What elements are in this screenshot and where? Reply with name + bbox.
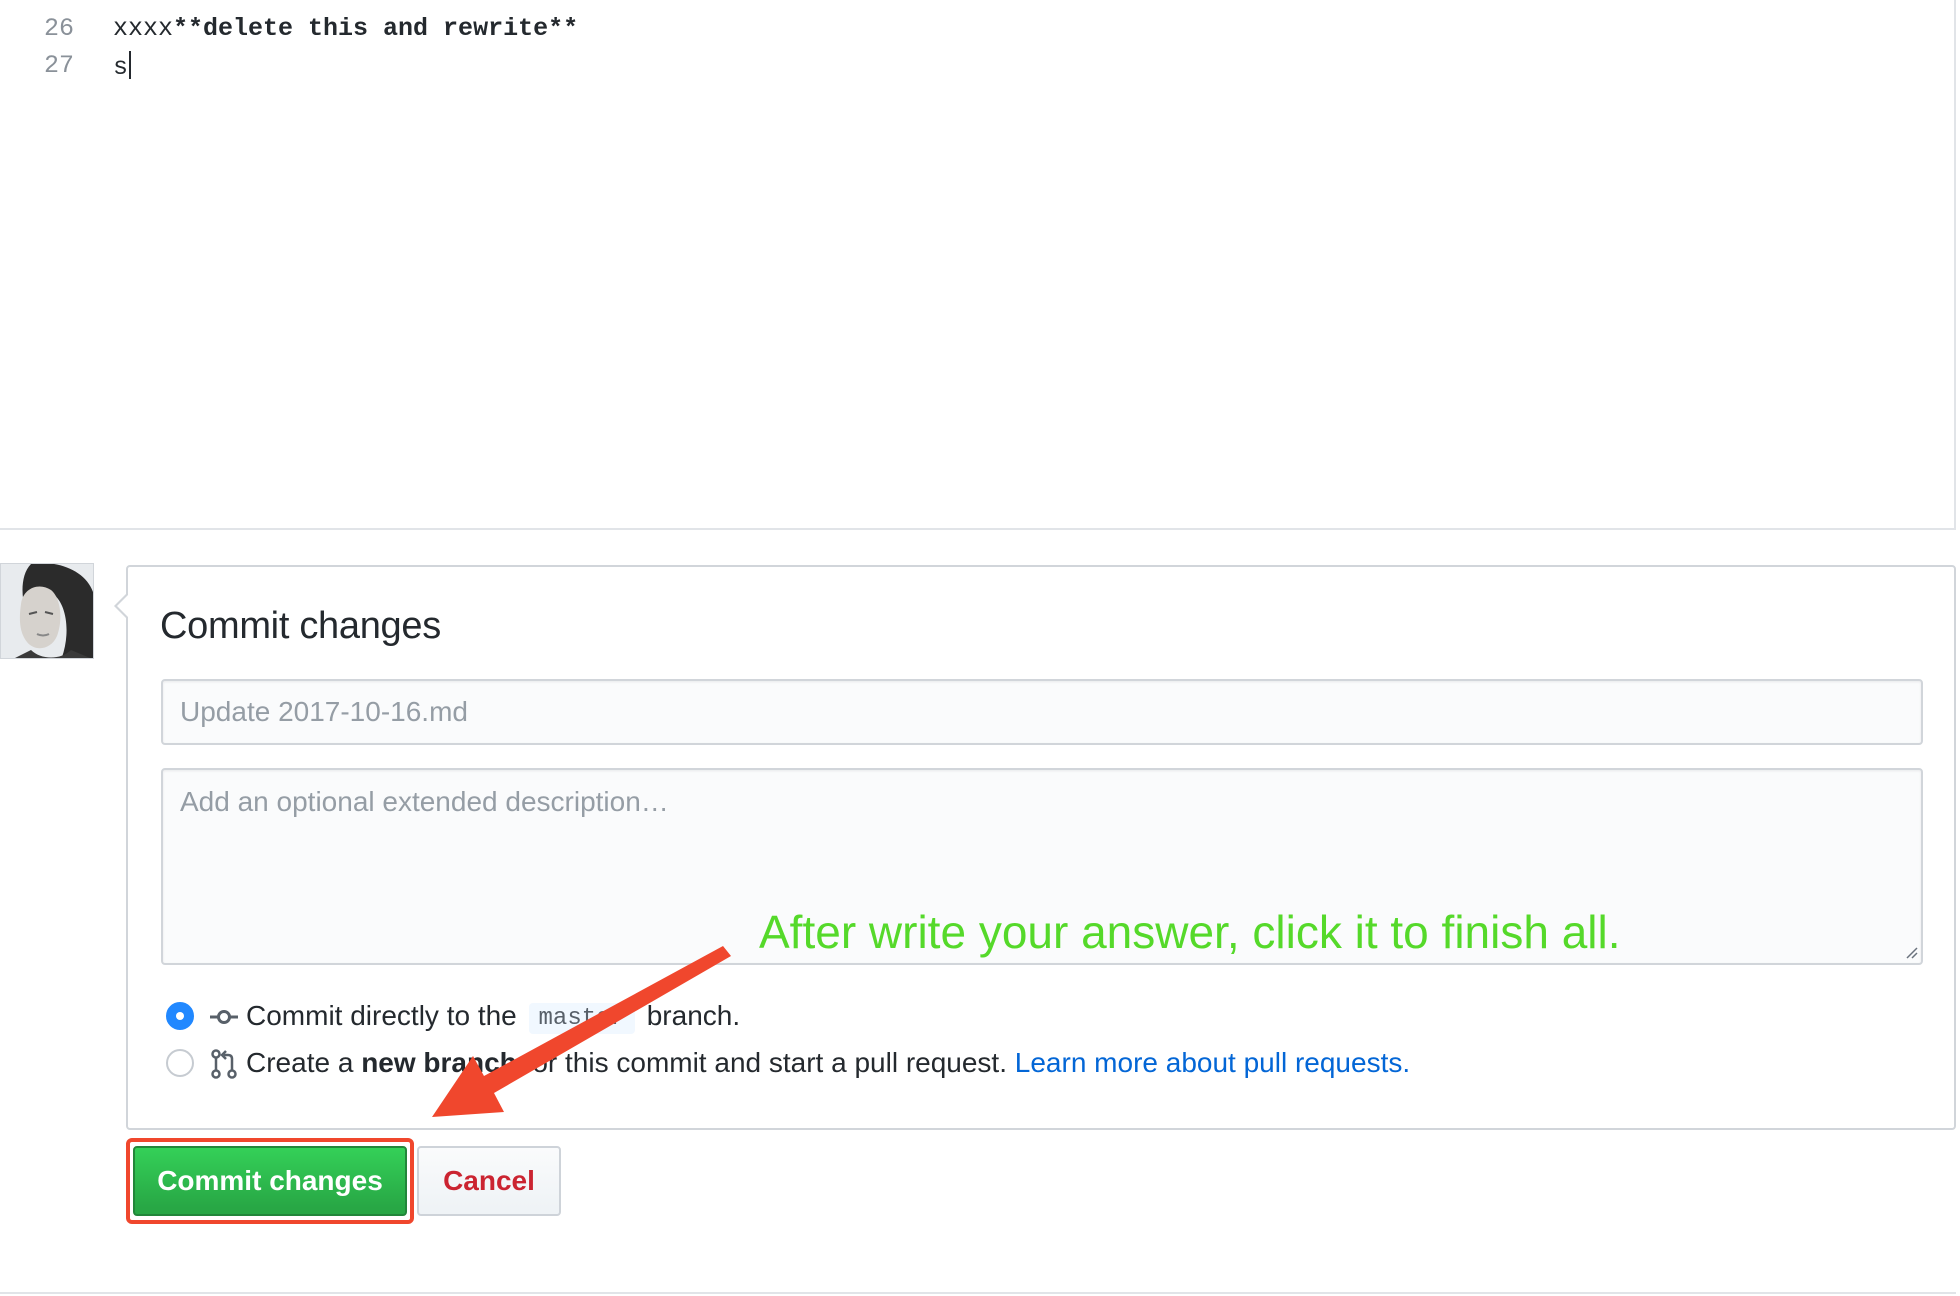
option-text: branch. [646, 1000, 741, 1031]
divider [0, 1292, 1956, 1294]
option-new-branch[interactable]: Create a new branch for this commit and … [166, 1045, 1866, 1085]
code-line[interactable]: 26 xxxx**delete this and rewrite** [0, 14, 1900, 50]
commit-form-title: Commit changes [160, 605, 441, 647]
line-text: xxxx [113, 14, 174, 43]
commit-form: Commit changes Commit directly to the ma… [114, 565, 1956, 1130]
radio-new-branch[interactable] [166, 1049, 194, 1077]
branch-name: master [528, 1003, 635, 1034]
commit-summary-input[interactable] [161, 679, 1923, 745]
file-editor[interactable]: 25 26 xxxx**delete this and rewrite** 27… [0, 0, 1956, 530]
line-bold-text: **delete this and rewrite** [173, 14, 579, 43]
avatar[interactable] [0, 563, 94, 659]
line-number: 27 [43, 51, 74, 80]
git-commit-icon [210, 1010, 238, 1024]
option-text: Create a [246, 1047, 354, 1078]
option-text: Commit directly to the [246, 1000, 517, 1031]
learn-more-pull-requests-link[interactable]: Learn more about pull requests. [1015, 1047, 1410, 1078]
line-content[interactable]: s [113, 51, 132, 82]
commit-changes-button[interactable]: Commit changes [133, 1146, 407, 1216]
text-cursor [129, 51, 132, 79]
annotation-text: After write your answer, click it to fin… [759, 906, 1621, 958]
avatar-image [1, 564, 93, 658]
code-line[interactable]: 27 s [0, 51, 1900, 87]
option-text: for this commit and start a pull request… [524, 1047, 1007, 1078]
option-commit-direct[interactable]: Commit directly to the master branch. [166, 998, 1866, 1038]
resize-handle-icon[interactable] [1904, 945, 1918, 959]
radio-commit-direct[interactable] [166, 1002, 194, 1030]
option-strong-text: new branch [361, 1047, 517, 1078]
line-content[interactable]: xxxx**delete this and rewrite** [113, 14, 578, 43]
git-pull-request-icon [211, 1049, 237, 1079]
option-label: Commit directly to the master branch. [246, 1000, 741, 1034]
line-text: s [113, 53, 129, 82]
speech-pointer-fill [117, 595, 128, 617]
cancel-button[interactable]: Cancel [417, 1146, 561, 1216]
line-number: 26 [43, 14, 74, 43]
option-label: Create a new branch for this commit and … [246, 1047, 1410, 1079]
